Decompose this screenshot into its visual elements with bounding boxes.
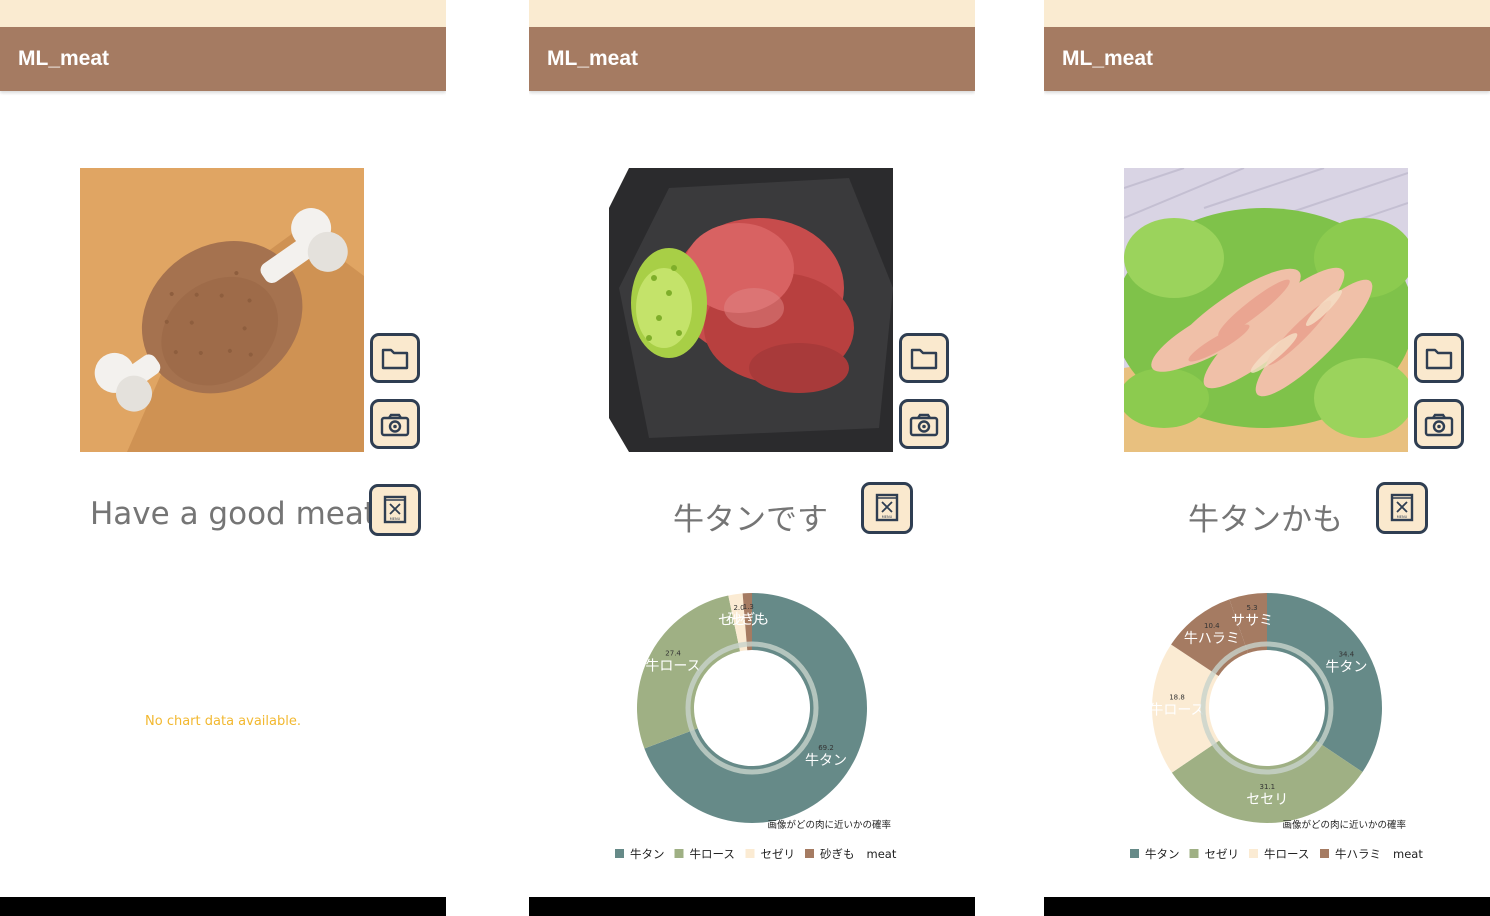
donut-hole: [696, 652, 808, 764]
app-title: ML_meat: [18, 47, 110, 70]
menu-button[interactable]: MENU: [1376, 482, 1428, 534]
legend-swatch: [1130, 849, 1139, 858]
camera-icon: [909, 413, 939, 437]
slice-value-label: 10.4: [1204, 622, 1220, 630]
screen-result-uncertain: ML_meat 牛タンかも MENU 牛タン 34.4 セセリ 31.1 牛ロー…: [1044, 0, 1490, 916]
slice-value-label: 1.3: [743, 603, 754, 611]
slice-label: 牛ロース: [1149, 703, 1204, 719]
beef-tongue-photo: [609, 168, 893, 452]
menu-label: MENU: [390, 517, 401, 521]
folder-icon: [910, 348, 938, 370]
app-bar: ML_meat: [529, 27, 975, 91]
result-text: 牛タンです: [673, 502, 828, 538]
legend-swatch: [1320, 849, 1329, 858]
menu-button[interactable]: MENU: [369, 484, 421, 536]
chicken-neck-photo: [1124, 168, 1408, 452]
folder-icon: [1425, 348, 1453, 370]
camera-icon: [1424, 413, 1454, 437]
meat-illustration: [80, 168, 364, 452]
donut-hole: [1211, 652, 1323, 764]
no-chart-message: No chart data available.: [145, 714, 301, 729]
gallery-button[interactable]: [1414, 333, 1464, 383]
camera-button[interactable]: [370, 399, 420, 449]
navigation-bar: [0, 897, 446, 916]
slice-label: 牛ハラミ: [1184, 631, 1240, 647]
slice-label: ササミ: [1231, 613, 1273, 629]
navigation-bar: [1044, 897, 1490, 916]
legend-swatch: [1249, 849, 1258, 858]
slice-value-label: 34.4: [1339, 651, 1355, 659]
probability-donut-chart: 牛タン34.4セセリ31.1牛ロース18.8牛ハラミ10.4 ササミ5.3画像がど…: [1130, 593, 1423, 861]
status-bar: [529, 0, 975, 27]
camera-icon: [380, 413, 410, 437]
app-title: ML_meat: [1062, 47, 1154, 70]
menu-icon: MENU: [875, 493, 899, 522]
gallery-button[interactable]: [899, 333, 949, 383]
chart-description: 画像がどの肉に近いかの確率: [1282, 819, 1406, 831]
screen-result-confident: ML_meat 牛タンです MENU 牛タン 69.2 牛ロース 27.4 セセ…: [529, 0, 975, 916]
legend-item: 牛タン: [1145, 847, 1180, 861]
menu-icon: MENU: [1390, 493, 1414, 522]
legend-item: 牛タン: [630, 847, 665, 861]
legend-item: 牛ハラミ: [1335, 847, 1381, 861]
legend-title: meat: [1393, 847, 1423, 861]
legend-item: 砂ぎも: [820, 847, 855, 861]
folder-icon: [381, 348, 409, 370]
app-bar: ML_meat: [0, 27, 446, 91]
slice-value-label: 27.4: [665, 650, 681, 658]
slice-value-label: 5.3: [1247, 604, 1258, 612]
slice-label: 牛タン: [1325, 660, 1367, 676]
gallery-button[interactable]: [370, 333, 420, 383]
slice-value-label: 69.2: [818, 744, 834, 752]
legend-swatch: [805, 849, 814, 858]
legend-item: セゼリ: [761, 847, 796, 861]
app-bar: ML_meat: [1044, 27, 1490, 91]
slice-label: 牛ロース: [645, 659, 700, 675]
navigation-bar: [529, 897, 975, 916]
result-text: 牛タンかも: [1188, 502, 1343, 538]
camera-button[interactable]: [899, 399, 949, 449]
chart-description: 画像がどの肉に近いかの確率: [767, 819, 891, 831]
legend-swatch: [745, 849, 755, 858]
legend-swatch: [674, 849, 684, 858]
slice-value-label: 31.1: [1259, 783, 1275, 791]
status-bar: [1044, 0, 1490, 27]
menu-label: MENU: [1397, 515, 1408, 519]
legend-item: セゼリ: [1205, 847, 1240, 861]
legend-item: 牛ロース: [690, 847, 735, 861]
app-title: ML_meat: [547, 47, 639, 70]
camera-button[interactable]: [1414, 399, 1464, 449]
slice-value-label: 18.8: [1169, 694, 1185, 702]
slice-label: セセリ: [1246, 792, 1288, 808]
slice-label: 砂ぎも: [727, 612, 769, 628]
legend-title: meat: [867, 847, 897, 861]
status-bar: [0, 0, 446, 27]
probability-donut-chart: 牛タン69.2牛ロース27.4セセリ2.0砂ぎも1.3画像がどの肉に近いかの確率…: [615, 593, 897, 861]
menu-label: MENU: [882, 515, 893, 519]
menu-icon: MENU: [383, 495, 407, 524]
slice-label: 牛タン: [805, 753, 847, 769]
legend-swatch: [1189, 849, 1199, 858]
menu-button[interactable]: MENU: [861, 482, 913, 534]
result-text: Have a good meat!: [90, 496, 389, 532]
legend-item: 牛ロース: [1264, 847, 1309, 861]
screen-home: ML_meat Have a good meat! MENU No chart …: [0, 0, 446, 916]
legend-swatch: [615, 849, 624, 858]
